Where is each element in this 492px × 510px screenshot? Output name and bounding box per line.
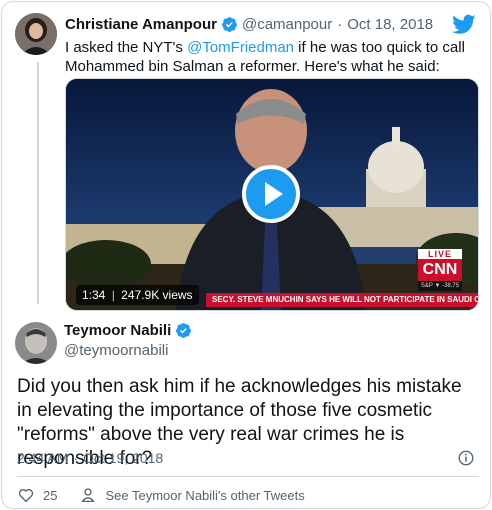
profile-link-label: See Teymoor Nabili's other Tweets — [105, 487, 305, 503]
author-handle[interactable]: @camanpour — [242, 16, 332, 33]
author-name[interactable]: Christiane Amanpour — [65, 16, 217, 33]
cnn-logo: CNN — [418, 259, 462, 281]
reply-timestamp-row: 2:44 AM · Oct 19, 2018 — [17, 449, 479, 467]
avatar-image — [15, 13, 57, 55]
like-count: 25 — [43, 487, 58, 503]
video-player[interactable]: LIVE CNN S&P ▼ -38.75 SECY. STEVE MNUCHI… — [65, 78, 479, 311]
live-label: LIVE — [418, 249, 462, 259]
verified-badge-icon — [176, 323, 192, 338]
market-ticker: S&P ▼ -38.75 — [418, 281, 462, 291]
tweet-date[interactable]: Oct 18, 2018 — [347, 16, 433, 33]
embedded-tweet-card: Christiane Amanpour @camanpour · Oct 18,… — [1, 1, 491, 509]
thread-connector-line — [37, 62, 39, 304]
reply-author-handle[interactable]: @teymoornabili — [64, 342, 196, 359]
mention-link[interactable]: @TomFriedman — [187, 39, 294, 56]
like-button[interactable]: 25 — [17, 486, 57, 504]
profile-link[interactable]: See Teymoor Nabili's other Tweets — [79, 486, 305, 504]
play-icon — [265, 182, 283, 206]
reply-actions: 25 See Teymoor Nabili's other Tweets — [17, 485, 305, 505]
video-views: 247.9K views — [121, 288, 193, 302]
video-duration: 1:34 — [82, 288, 106, 302]
reply-author-name[interactable]: Teymoor Nabili — [64, 322, 171, 339]
news-ticker: SECY. STEVE MNUCHIN SAYS HE WILL NOT PAR… — [206, 293, 478, 307]
tweet-text: I asked the NYT's @TomFriedman if he was… — [65, 38, 475, 76]
tweet-header: Christiane Amanpour @camanpour · Oct 18,… — [65, 14, 433, 34]
twitter-bird-icon[interactable] — [452, 12, 476, 36]
tweet-text-part: I asked the NYT's — [65, 39, 188, 56]
heart-icon — [18, 489, 34, 503]
stats-divider: | — [111, 288, 115, 302]
reply-date[interactable]: Oct 19, 2018 — [83, 450, 163, 466]
avatar-teymoor-nabili[interactable] — [15, 322, 57, 364]
video-stats-badge: 1:34 | 247.9K views — [76, 285, 199, 305]
reply-header: Teymoor Nabili @teymoornabili — [64, 322, 196, 359]
cnn-live-bug: LIVE CNN S&P ▼ -38.75 — [418, 249, 462, 291]
person-icon — [82, 488, 95, 503]
avatar-christiane-amanpour[interactable] — [15, 13, 57, 55]
play-button[interactable] — [242, 165, 300, 223]
verified-badge-icon — [222, 16, 237, 32]
separator-dot: · — [337, 15, 343, 33]
divider — [17, 476, 479, 477]
reply-time[interactable]: 2:44 AM — [17, 450, 68, 466]
avatar-image — [15, 322, 57, 364]
info-icon[interactable] — [457, 449, 475, 467]
separator-dot: · — [73, 450, 79, 466]
